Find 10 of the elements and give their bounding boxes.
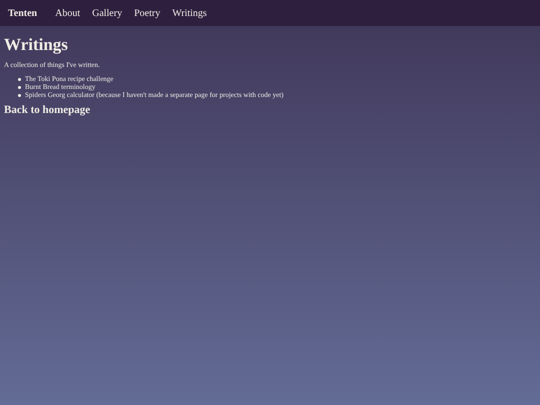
nav-link[interactable]: Writings xyxy=(172,6,207,20)
page-heading: Writings xyxy=(4,36,69,53)
bullet-icon xyxy=(18,78,21,80)
bullet-icon xyxy=(18,94,21,96)
back-link[interactable]: Back to homepage xyxy=(4,105,536,116)
bullet-icon xyxy=(18,86,21,88)
brand-link[interactable]: Tenten xyxy=(8,6,38,20)
nav-link[interactable]: About xyxy=(55,6,80,20)
nav-link[interactable]: Gallery xyxy=(92,6,122,20)
nav-link[interactable]: Poetry xyxy=(134,6,160,20)
